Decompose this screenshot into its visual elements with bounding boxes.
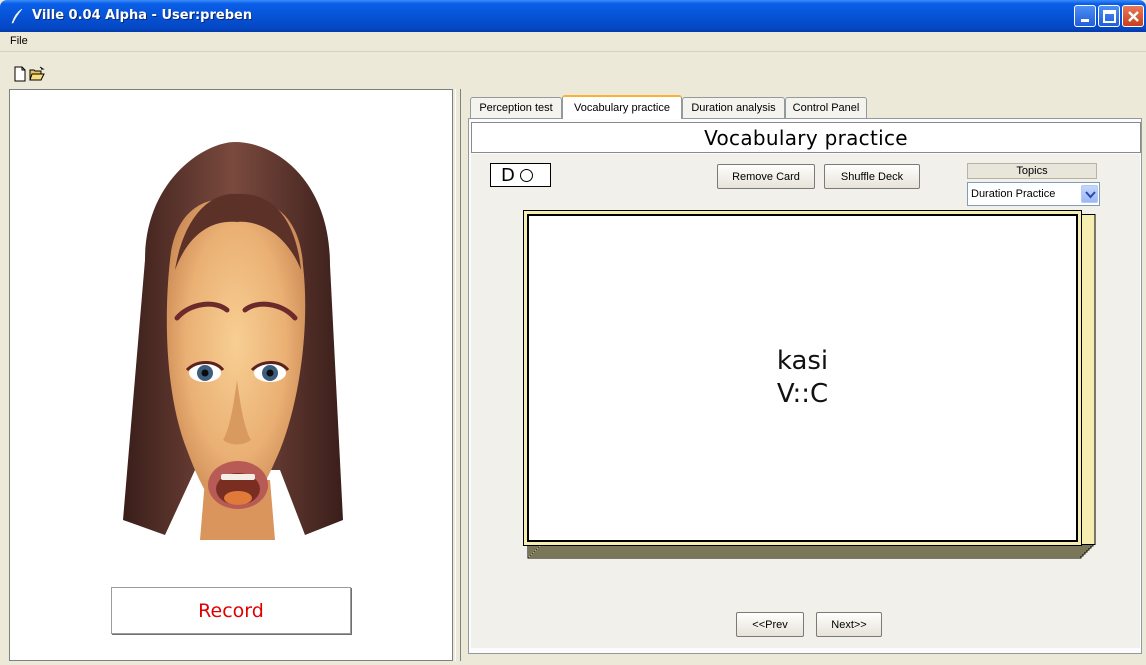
next-button[interactable]: Next>>: [816, 612, 882, 637]
close-icon: [1128, 11, 1139, 22]
window-title: Ville 0.04 Alpha - User:preben: [32, 8, 253, 23]
card-word: kasi: [776, 346, 829, 376]
tab-control-panel[interactable]: Control Panel: [785, 97, 867, 118]
maximize-button[interactable]: [1098, 5, 1120, 27]
menu-bar: File: [0, 32, 1146, 52]
prev-button[interactable]: <<Prev: [736, 612, 804, 637]
tab-perception-test[interactable]: Perception test: [470, 97, 562, 118]
quill-icon: [11, 8, 23, 24]
card-pattern: V::C: [776, 379, 829, 409]
new-document-icon[interactable]: [12, 66, 28, 82]
avatar-panel: Record: [9, 89, 453, 661]
indicator-letter: D: [501, 164, 515, 186]
record-button[interactable]: Record: [111, 587, 351, 634]
toolbar: [0, 63, 1146, 87]
panel-splitter[interactable]: [455, 89, 461, 661]
tab-duration-analysis[interactable]: Duration analysis: [682, 97, 785, 118]
shuffle-deck-button[interactable]: Shuffle Deck: [824, 164, 920, 189]
open-folder-icon[interactable]: [29, 66, 45, 82]
page-title: Vocabulary practice: [471, 122, 1141, 153]
chevron-down-icon[interactable]: [1081, 185, 1098, 203]
topics-select[interactable]: Duration Practice: [967, 182, 1100, 206]
close-button[interactable]: [1122, 5, 1144, 27]
topics-label: Topics: [967, 163, 1097, 179]
topics-selected-value: Duration Practice: [971, 188, 1056, 200]
minimize-icon: [1081, 19, 1089, 22]
minimize-button[interactable]: [1074, 5, 1096, 27]
duration-indicator: D: [490, 163, 551, 187]
avatar-face: [123, 142, 343, 540]
title-bar[interactable]: Ville 0.04 Alpha - User:preben: [0, 0, 1146, 32]
indicator-circle-icon: [519, 168, 533, 182]
flashcard[interactable]: [527, 214, 1078, 542]
remove-card-button[interactable]: Remove Card: [717, 164, 815, 189]
window-bottom-edge: [0, 661, 1146, 665]
menu-file[interactable]: File: [10, 35, 28, 47]
maximize-icon: [1103, 10, 1116, 23]
tab-vocabulary-practice[interactable]: Vocabulary practice: [562, 95, 682, 119]
